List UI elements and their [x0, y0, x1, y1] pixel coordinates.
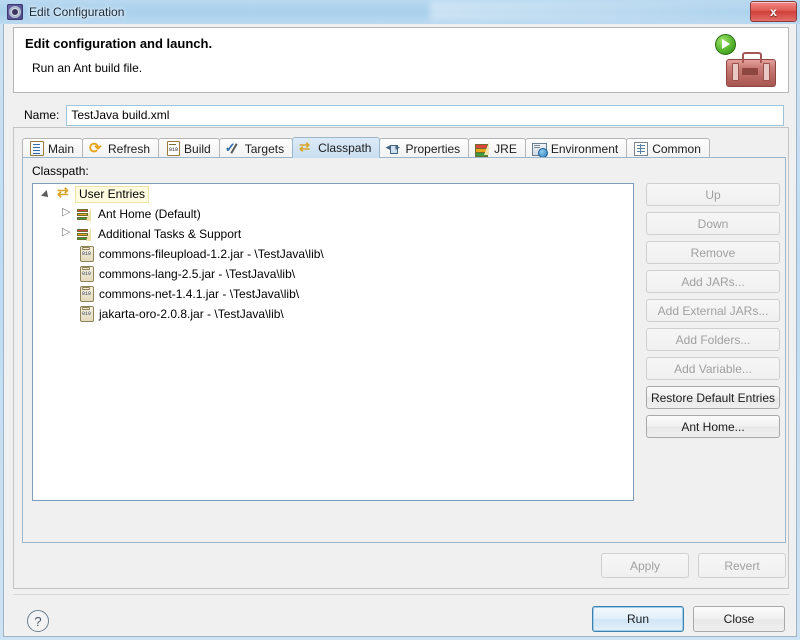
tab-label: Classpath	[318, 141, 372, 155]
expand-arrow-icon[interactable]	[41, 188, 54, 201]
jre-books-icon	[475, 141, 490, 157]
build-binary-icon	[167, 141, 181, 156]
collapse-arrow-icon[interactable]	[61, 225, 74, 241]
tree-item-additional-tasks[interactable]: Additional Tasks & Support	[33, 224, 633, 244]
add-folders-button[interactable]: Add Folders...	[646, 328, 780, 351]
title-bar: Edit Configuration x	[0, 0, 800, 24]
tab-jre[interactable]: JRE	[468, 138, 526, 158]
environment-icon	[531, 142, 548, 158]
targets-check-icon	[225, 140, 241, 156]
tab-label: Properties	[405, 141, 461, 156]
name-label: Name:	[24, 108, 60, 122]
classpath-arrows-icon	[57, 184, 73, 202]
remove-button[interactable]: Remove	[646, 241, 780, 264]
dialog-header: Edit configuration and launch. Run an An…	[13, 27, 789, 93]
tab-refresh[interactable]: Refresh	[82, 138, 160, 158]
common-grid-icon	[634, 141, 649, 156]
tree-item-ant-home[interactable]: Ant Home (Default)	[33, 204, 633, 224]
header-title: Edit configuration and launch.	[25, 36, 213, 51]
name-input[interactable]	[66, 104, 784, 126]
question-mark-icon[interactable]: ?	[27, 610, 49, 632]
down-button[interactable]: Down	[646, 212, 780, 235]
classpath-tab-page: Classpath: User Entries Ant Home (Defaul…	[22, 157, 786, 543]
window-title: Edit Configuration	[29, 5, 125, 19]
tab-strip: Main Refresh Build Targets Classpath Pro…	[22, 137, 786, 158]
tab-environment[interactable]: Environment	[524, 138, 628, 158]
restore-default-entries-button[interactable]: Restore Default Entries	[646, 386, 780, 409]
ant-run-toolbox-icon	[714, 33, 776, 89]
revert-button[interactable]: Revert	[698, 553, 786, 578]
refresh-arrows-icon	[89, 139, 104, 157]
tree-item-label: commons-lang-2.5.jar - \TestJava\lib\	[99, 267, 296, 281]
tab-label: Main	[48, 141, 75, 156]
tab-build[interactable]: Build	[158, 138, 220, 158]
classpath-button-column: Up Down Remove Add JARs... Add External …	[646, 183, 780, 438]
name-row: Name:	[24, 104, 784, 126]
jar-icon	[80, 286, 94, 302]
collapse-arrow-icon[interactable]	[61, 205, 74, 221]
tree-item-label: commons-fileupload-1.2.jar - \TestJava\l…	[99, 247, 324, 261]
tab-label: JRE	[494, 141, 517, 156]
tab-label: Build	[184, 141, 211, 156]
books-icon	[77, 206, 93, 222]
tab-common[interactable]: Common	[626, 138, 710, 158]
tab-classpath[interactable]: Classpath	[292, 137, 381, 158]
add-jars-button[interactable]: Add JARs...	[646, 270, 780, 293]
tree-item-label: commons-net-1.4.1.jar - \TestJava\lib\	[99, 287, 300, 301]
apply-button[interactable]: Apply	[601, 553, 689, 578]
edit-configuration-window: Edit Configuration x Edit configuration …	[0, 0, 800, 640]
tree-item-user-entries[interactable]: User Entries	[33, 184, 633, 204]
tree-item-jar[interactable]: commons-lang-2.5.jar - \TestJava\lib\	[33, 264, 633, 284]
ant-home-button[interactable]: Ant Home...	[646, 415, 780, 438]
close-window-button[interactable]: x	[750, 1, 797, 22]
header-subtitle: Run an Ant build file.	[32, 61, 143, 75]
jar-icon	[80, 246, 94, 262]
dialog-bottom-bar: ? Run Close	[4, 594, 798, 637]
classpath-label: Classpath:	[32, 164, 89, 178]
books-icon	[77, 226, 93, 242]
tree-item-jar[interactable]: commons-net-1.4.1.jar - \TestJava\lib\	[33, 284, 633, 304]
properties-icon	[385, 142, 401, 156]
tab-main[interactable]: Main	[22, 138, 84, 158]
tree-item-jar[interactable]: commons-fileupload-1.2.jar - \TestJava\l…	[33, 244, 633, 264]
apply-revert-row: Apply Revert	[22, 553, 786, 583]
tab-label: Refresh	[108, 141, 151, 156]
tree-item-jar[interactable]: jakarta-oro-2.0.8.jar - \TestJava\lib\	[33, 304, 633, 324]
run-badge-icon	[715, 34, 736, 55]
tree-item-label: Additional Tasks & Support	[98, 227, 242, 241]
add-variable-button[interactable]: Add Variable...	[646, 357, 780, 380]
classpath-tree[interactable]: User Entries Ant Home (Default) Addition…	[32, 183, 634, 501]
tab-label: Targets	[244, 141, 285, 156]
gear-icon	[7, 4, 23, 20]
add-external-jars-button[interactable]: Add External JARs...	[646, 299, 780, 322]
main-document-icon	[30, 141, 44, 156]
tab-label: Common	[652, 141, 701, 156]
tree-item-label: User Entries	[75, 185, 150, 203]
tree-item-label: jakarta-oro-2.0.8.jar - \TestJava\lib\	[99, 307, 284, 321]
jar-icon	[80, 266, 94, 282]
tab-label: Environment	[550, 141, 619, 156]
dialog-body: Edit configuration and launch. Run an An…	[3, 24, 797, 637]
jar-icon	[80, 306, 94, 322]
up-button[interactable]: Up	[646, 183, 780, 206]
close-button[interactable]: Close	[693, 606, 785, 632]
tab-properties[interactable]: Properties	[379, 138, 470, 158]
classpath-arrows-icon	[299, 139, 314, 155]
close-icon: x	[770, 4, 777, 19]
run-button[interactable]: Run	[592, 606, 684, 632]
tab-targets[interactable]: Targets	[218, 138, 294, 158]
tree-item-label: Ant Home (Default)	[98, 207, 201, 221]
